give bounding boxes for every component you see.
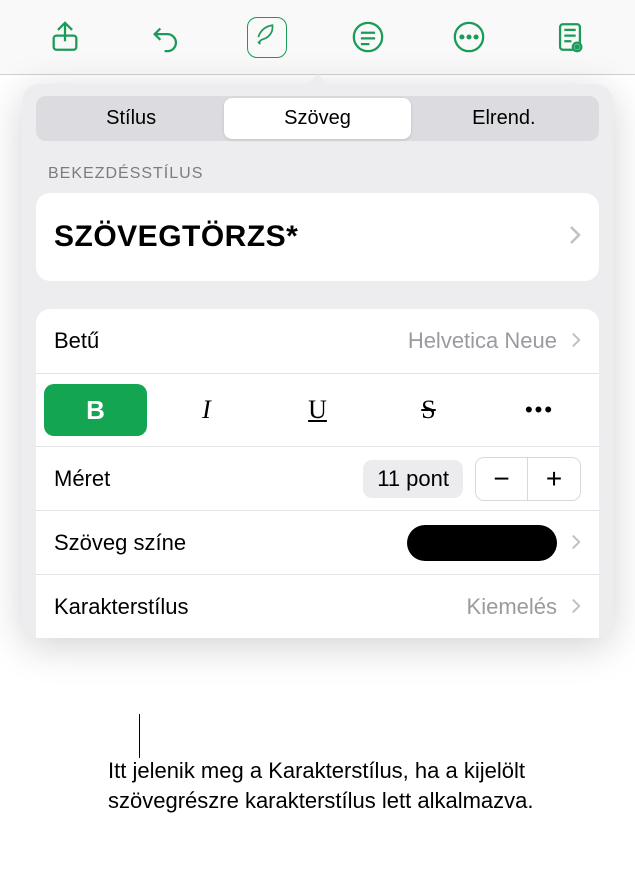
size-row: Méret 11 pont − + bbox=[36, 446, 599, 510]
tab-arrange[interactable]: Elrend. bbox=[411, 98, 597, 139]
text-color-row[interactable]: Szöveg színe bbox=[36, 510, 599, 574]
paragraph-style-section-label: BEKEZDÉSSTÍLUS bbox=[48, 165, 599, 183]
italic-button[interactable]: I bbox=[155, 384, 258, 436]
callout-text: Itt jelenik meg a Karakterstílus, ha a k… bbox=[108, 756, 595, 815]
size-stepper: − + bbox=[475, 457, 581, 501]
insert-button[interactable] bbox=[344, 13, 392, 61]
chevron-right-icon bbox=[571, 530, 581, 556]
chevron-right-icon bbox=[569, 225, 581, 250]
size-label: Méret bbox=[54, 466, 110, 492]
share-button[interactable] bbox=[41, 13, 89, 61]
character-style-value: Kiemelés bbox=[467, 594, 557, 620]
font-row[interactable]: Betű Helvetica Neue bbox=[36, 309, 599, 373]
format-buttons-row: B I U S ••• bbox=[36, 373, 599, 446]
tab-style[interactable]: Stílus bbox=[38, 98, 224, 139]
text-color-swatch[interactable] bbox=[407, 525, 557, 561]
chevron-right-icon bbox=[571, 594, 581, 620]
undo-button[interactable] bbox=[142, 13, 190, 61]
text-color-label: Szöveg színe bbox=[54, 530, 186, 556]
format-tabs: Stílus Szöveg Elrend. bbox=[36, 96, 599, 141]
underline-button[interactable]: U bbox=[266, 384, 369, 436]
paragraph-style-card[interactable]: SZÖVEGTÖRZS* bbox=[36, 193, 599, 281]
font-value: Helvetica Neue bbox=[408, 328, 557, 354]
font-label: Betű bbox=[54, 328, 99, 354]
size-decrease-button[interactable]: − bbox=[476, 458, 528, 500]
chevron-right-icon bbox=[571, 328, 581, 354]
character-style-label: Karakterstílus bbox=[54, 594, 189, 620]
tab-text[interactable]: Szöveg bbox=[224, 98, 410, 139]
top-toolbar bbox=[0, 0, 635, 75]
bold-button[interactable]: B bbox=[44, 384, 147, 436]
size-value[interactable]: 11 pont bbox=[363, 460, 463, 498]
strikethrough-button[interactable]: S bbox=[377, 384, 480, 436]
callout-leader-line bbox=[139, 714, 140, 758]
more-format-button[interactable]: ••• bbox=[488, 384, 591, 436]
text-options-card: Betű Helvetica Neue B I U S ••• Méret 11… bbox=[36, 309, 599, 638]
size-increase-button[interactable]: + bbox=[528, 458, 580, 500]
character-style-row[interactable]: Karakterstílus Kiemelés bbox=[36, 574, 599, 638]
format-brush-button[interactable] bbox=[243, 13, 291, 61]
more-button[interactable] bbox=[445, 13, 493, 61]
format-popover: Stílus Szöveg Elrend. BEKEZDÉSSTÍLUS SZÖ… bbox=[22, 84, 613, 638]
paragraph-style-name: SZÖVEGTÖRZS* bbox=[54, 220, 298, 254]
document-view-button[interactable] bbox=[546, 13, 594, 61]
